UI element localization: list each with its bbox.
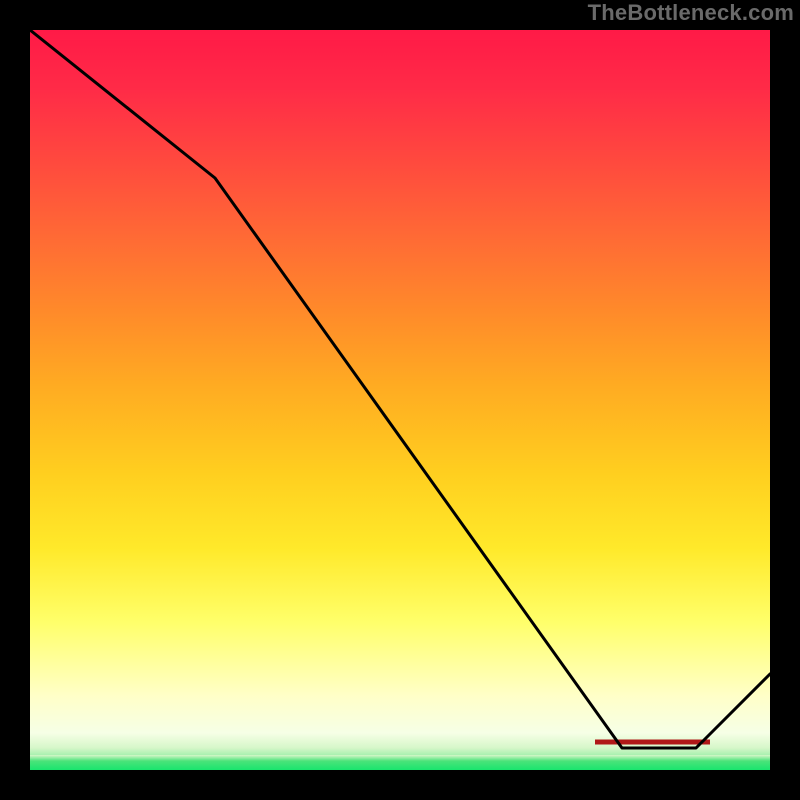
watermark-label: TheBottleneck.com	[588, 0, 794, 26]
chart-frame: TheBottleneck.com	[0, 0, 800, 800]
bottleneck-curve	[30, 30, 770, 770]
plot-area	[30, 30, 770, 770]
